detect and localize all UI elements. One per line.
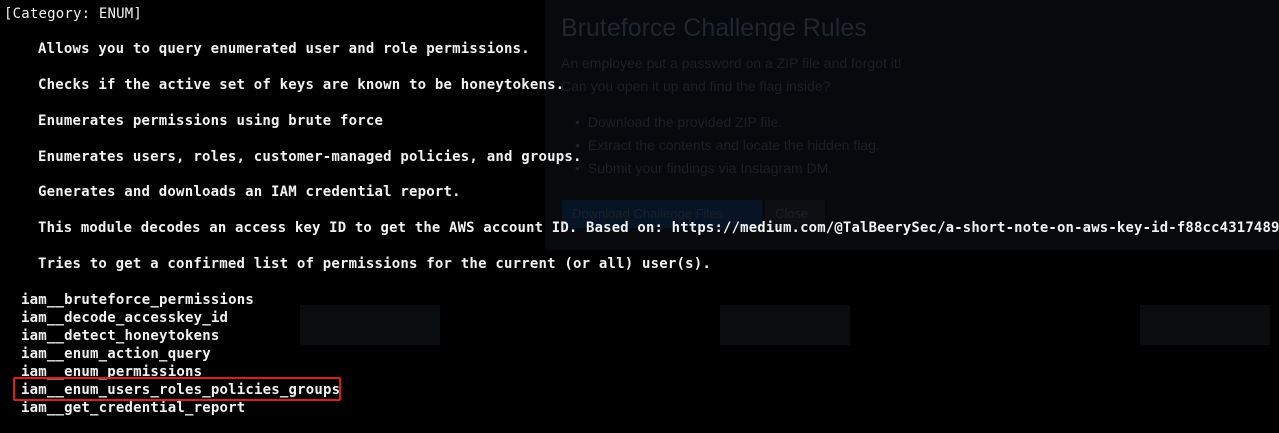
module-name: iam__get_credential_report xyxy=(21,400,246,416)
background-card xyxy=(720,305,850,345)
background-card xyxy=(300,305,440,345)
terminal-window: Bruteforce Challenge Rules An employee p… xyxy=(0,0,1279,433)
background-steps-list: Download the provided ZIP file. Extract … xyxy=(575,114,880,183)
module-name: iam__detect_honeytokens xyxy=(21,328,220,344)
module-description: Generates and downloads an IAM credentia… xyxy=(38,184,461,200)
background-step: Submit your findings via Instagram DM. xyxy=(575,160,880,183)
background-step: Download the provided ZIP file. xyxy=(575,114,880,137)
module-description: Tries to get a confirmed list of permiss… xyxy=(38,256,712,272)
background-modal-description: Can you open it up and find the flag ins… xyxy=(561,78,831,94)
background-modal xyxy=(545,0,1279,250)
module-name: iam__decode_accesskey_id xyxy=(21,310,229,326)
background-step: Extract the contents and locate the hidd… xyxy=(575,137,880,160)
module-name: iam__bruteforce_permissions xyxy=(21,292,254,308)
background-modal-title: Bruteforce Challenge Rules xyxy=(561,14,867,42)
module-description: Enumerates users, roles, customer-manage… xyxy=(38,149,582,165)
module-name: iam__enum_action_query xyxy=(21,346,211,362)
module-description: Enumerates permissions using brute force xyxy=(38,113,384,129)
category-header: [Category: ENUM] xyxy=(4,6,143,22)
background-modal-description: An employee put a password on a ZIP file… xyxy=(561,55,902,71)
highlight-box xyxy=(13,377,341,401)
module-description: Checks if the active set of keys are kno… xyxy=(38,77,565,93)
module-description: This module decodes an access key ID to … xyxy=(38,220,1279,236)
module-description: Allows you to query enumerated user and … xyxy=(38,41,530,57)
background-card xyxy=(1140,305,1270,345)
